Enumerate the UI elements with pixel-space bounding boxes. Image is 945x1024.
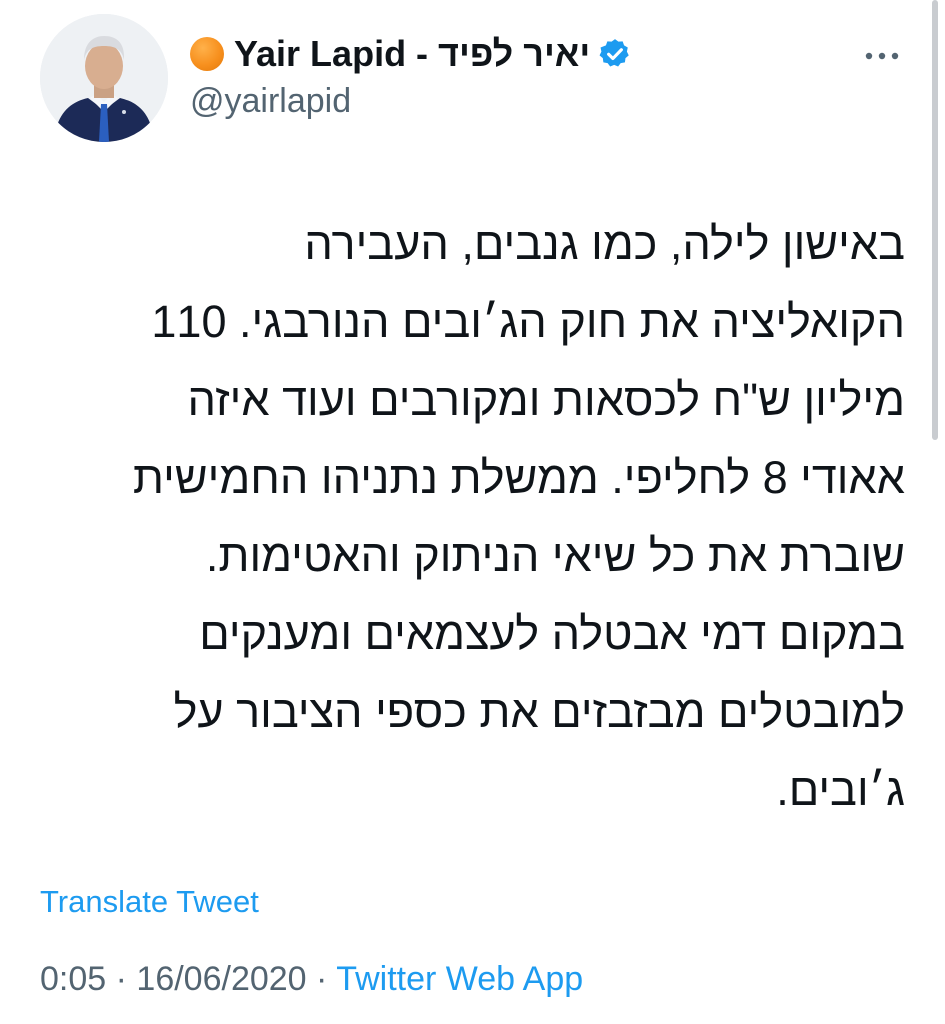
scrollbar[interactable] <box>932 0 938 440</box>
tweet-text-line: במקום דמי אבטלה לעצמאים ומענקים <box>199 608 905 659</box>
tweet-text-line: למובטלים מבזבזים את כספי הציבור על <box>173 686 905 737</box>
tweet-text: באישון לילה, כמו גנבים, העבירה הקואליציה… <box>50 205 905 829</box>
tweet-text-line: אאודי 8 לחליפי. ממשלת נתניהו החמישית <box>132 452 905 503</box>
author-name-row[interactable]: Yair Lapid - יאיר לפיד <box>190 30 632 78</box>
more-dots-icon[interactable] <box>862 44 902 68</box>
avatar-image <box>40 14 168 142</box>
avatar[interactable] <box>40 14 168 142</box>
display-name[interactable]: Yair Lapid - יאיר לפיד <box>234 33 590 75</box>
tweet-date[interactable]: 16/06/2020 <box>136 960 306 998</box>
author-handle[interactable]: @yairlapid <box>190 82 351 121</box>
translate-tweet-link[interactable]: Translate Tweet <box>40 884 259 920</box>
tweet-text-line: באישון לילה, כמו גנבים, העבירה <box>304 218 905 269</box>
tweet-text-line: מיליון ש"ח לכסאות ומקורבים ועוד איזה <box>187 374 905 425</box>
tweet-text-line: ג׳ובים. <box>776 764 905 815</box>
tweet-meta: 0:05 · 16/06/2020 · Twitter Web App <box>40 960 583 999</box>
tweet-time[interactable]: 0:05 <box>40 960 106 998</box>
tweet-detail: Yair Lapid - יאיר לפיד @yairlapid באישון… <box>0 0 945 1024</box>
tweet-text-line: שוברת את כל שיאי הניתוק והאטימות. <box>205 530 905 581</box>
tweet-source-link[interactable]: Twitter Web App <box>336 960 583 998</box>
orange-circle-icon <box>190 37 224 71</box>
tweet-text-line: הקואליציה את חוק הג׳ובים הנורבגי. 110 <box>151 296 905 347</box>
meta-separator: · <box>316 960 328 998</box>
verified-badge-icon <box>599 39 629 67</box>
meta-separator: · <box>115 960 127 998</box>
